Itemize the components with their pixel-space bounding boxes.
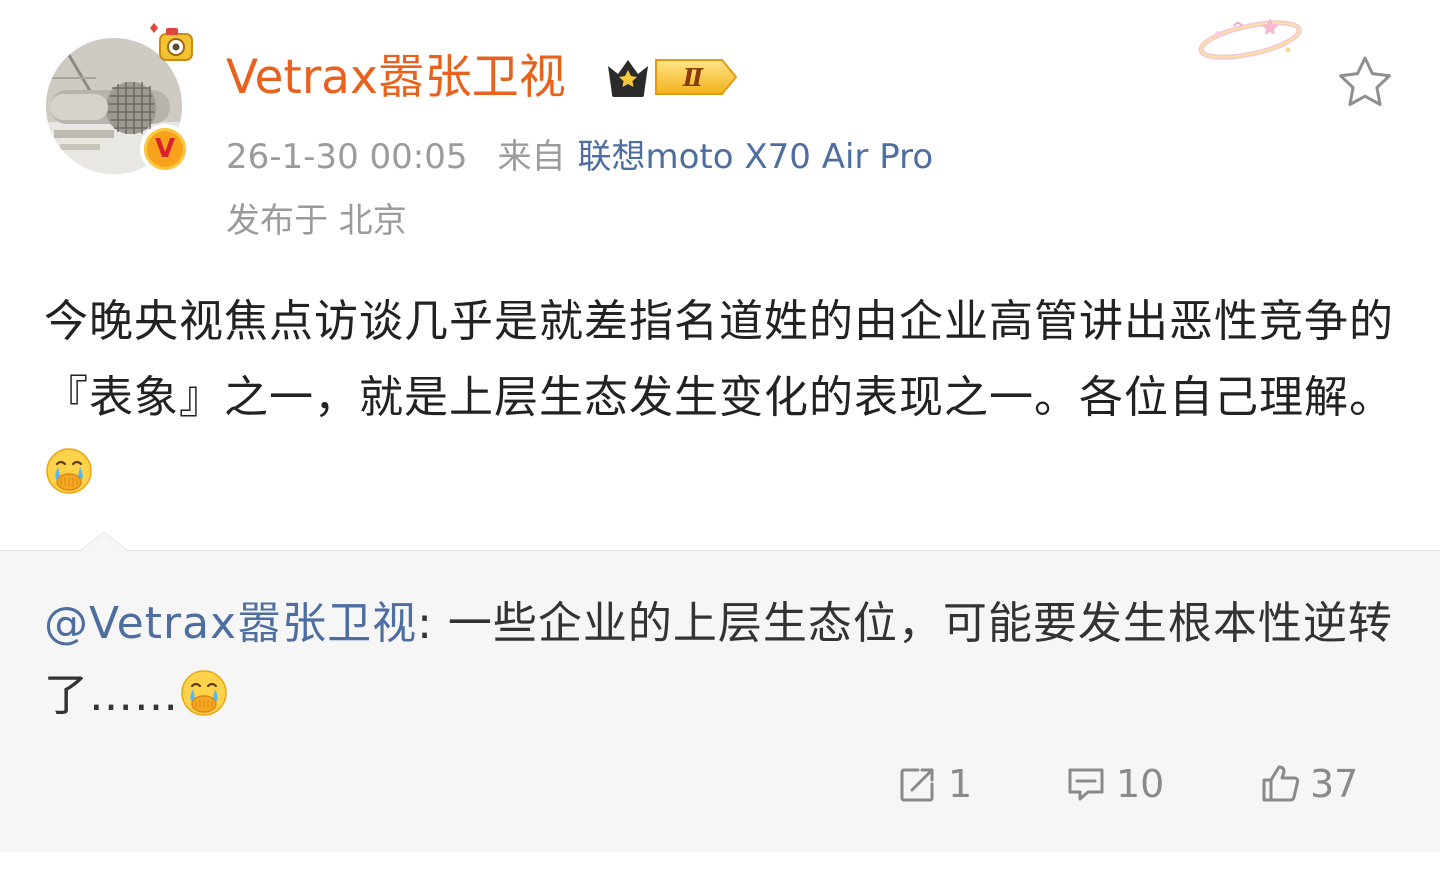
like-button[interactable]: 37 [1258,754,1358,814]
comment-icon [1068,768,1104,801]
camera-pendant-icon [150,23,193,61]
source-label: 来自 [497,137,566,177]
verified-icon: V [140,124,190,174]
member-level: Ⅱ [682,63,704,92]
comment-count: 10 [1116,762,1165,806]
retweet-separator: : [417,598,433,649]
card-bottom-spacer [0,852,1440,887]
avatar[interactable]: V [46,23,193,180]
crown-badge-icon[interactable]: Ⅱ [604,52,742,102]
star-icon[interactable] [1334,52,1396,114]
comment-button[interactable]: 10 [1064,754,1164,814]
author-name[interactable]: Vetrax嚣张卫视 [226,46,566,110]
retweet-notch [80,532,128,552]
source-device-link[interactable]: 联想moto X70 Air Pro [578,137,934,177]
post-body-text: 今晚央视焦点访谈几乎是就差指名道姓的由企业高管讲出恶性竞争的『表象』之一，就是上… [44,296,1394,423]
retweet-body: @Vetrax嚣张卫视: 一些企业的上层生态位，可能要发生根本性逆转了…… [44,588,1414,732]
card-decoration-icon [1198,18,1302,60]
cry-cover-mouth-emoji [181,670,227,716]
retweet-action-bar: 1 10 37 [0,754,1440,814]
cry-cover-mouth-emoji [46,448,92,494]
repost-count: 1 [948,762,973,806]
like-icon [1262,765,1300,802]
repost-button[interactable]: 1 [896,754,972,814]
weibo-post: V Vetrax嚣张卫视 Ⅱ 26-1-30 00:05 来自 联想moto X70… [0,0,1440,887]
like-count: 37 [1310,762,1359,806]
post-timestamp[interactable]: 26-1-30 00:05 [226,137,468,177]
post-body: 今晚央视焦点访谈几乎是就差指名道姓的由企业高管讲出恶性竞争的『表象』之一，就是上… [44,284,1400,512]
post-location: 发布于 北京 [226,201,407,241]
retweet-author-link[interactable]: @Vetrax嚣张卫视 [44,598,417,649]
repost-icon [900,768,934,802]
post-meta: 26-1-30 00:05 来自 联想moto X70 Air Pro [226,134,933,180]
